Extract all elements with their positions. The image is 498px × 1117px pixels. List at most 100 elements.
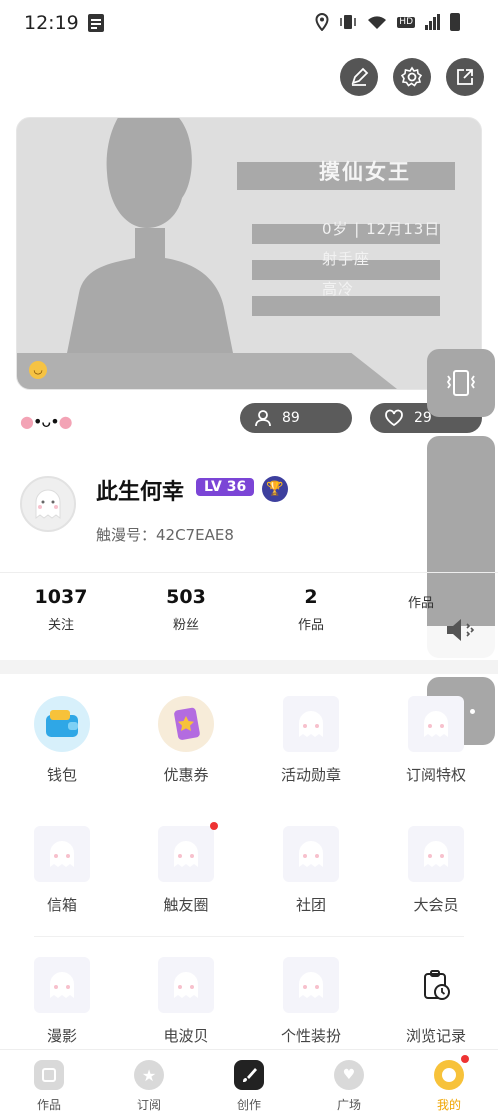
- nav-label: 创作: [236, 1098, 261, 1112]
- divider: [0, 572, 498, 573]
- heart-bubble-icon: ♥: [334, 1060, 364, 1090]
- followers-pill-count: 89: [282, 410, 300, 426]
- coupon-icon: [158, 696, 214, 752]
- character-silhouette: [67, 118, 233, 353]
- user-id[interactable]: 触漫号：42C7EAE8: [96, 524, 234, 545]
- stat-label: 粉丝: [172, 618, 199, 633]
- followers-pill[interactable]: 89: [240, 403, 352, 433]
- stat-following[interactable]: 1037 关注: [6, 586, 116, 633]
- kaomoji-decoration: ●•ᴗ•●: [20, 412, 73, 431]
- edit-profile-button[interactable]: [340, 58, 378, 96]
- works-icon: [34, 1060, 64, 1090]
- grid-label: 社团: [295, 896, 326, 914]
- grid-friends-circle[interactable]: 触友圈: [124, 822, 248, 915]
- location-pin-icon: [315, 13, 329, 31]
- stat-label: 作品: [408, 596, 435, 611]
- stat-works[interactable]: 2 作品: [256, 586, 366, 633]
- stat-fans[interactable]: 503 粉丝: [131, 586, 241, 633]
- grid-label: 信箱: [46, 896, 77, 914]
- grid-label: 个性装扮: [280, 1027, 341, 1045]
- grid-label: 大会员: [413, 896, 459, 914]
- grid-label: 浏览记录: [405, 1027, 466, 1045]
- stat-value: 1037: [34, 586, 88, 608]
- share-button[interactable]: [446, 58, 484, 96]
- trophy-icon[interactable]: 🏆: [262, 476, 288, 502]
- notification-dot: [210, 822, 218, 830]
- info-bar-3: [252, 296, 440, 316]
- wallet-icon: [34, 696, 90, 752]
- speaker-muted-icon: [447, 619, 475, 641]
- grid-label: 电波贝: [163, 1027, 209, 1045]
- signal-icon: [425, 14, 440, 30]
- ghost-placeholder-icon: [158, 957, 214, 1013]
- avatar[interactable]: [20, 476, 76, 532]
- grid-subscription-perks[interactable]: 订阅特权: [374, 696, 498, 785]
- grid-personalization[interactable]: 个性装扮: [249, 957, 373, 1046]
- grid-wallet[interactable]: 钱包: [0, 696, 124, 785]
- volume-slider[interactable]: [427, 436, 495, 658]
- ghost-placeholder-icon: [408, 696, 464, 752]
- grid-label: 活动勋章: [280, 766, 341, 784]
- stat-value: 2: [304, 586, 318, 608]
- nav-mine[interactable]: 我的: [419, 1055, 479, 1113]
- person-icon: [255, 410, 271, 427]
- vibrate-toggle-button[interactable]: [427, 349, 495, 417]
- grid-coupons[interactable]: 优惠券: [124, 696, 248, 785]
- grid-label: 优惠券: [163, 766, 209, 784]
- ghost-avatar-icon: [35, 489, 61, 519]
- ghost-placeholder-icon: [34, 826, 90, 882]
- notification-dot: [461, 1055, 469, 1063]
- stat-works-partial[interactable]: 作品: [362, 586, 472, 611]
- wifi-icon: [368, 16, 387, 29]
- grid-browsing-history[interactable]: 浏览记录: [374, 957, 498, 1046]
- ghost-placeholder-icon: [283, 957, 339, 1013]
- settings-button[interactable]: [393, 58, 431, 96]
- profile-card[interactable]: 摸仙女王 0岁 | 12月13日 射手座 高冷 ◡: [16, 117, 482, 390]
- kaomoji-text: •ᴗ•: [32, 412, 60, 431]
- grid-label: 订阅特权: [405, 766, 466, 784]
- nav-label: 订阅: [136, 1098, 161, 1112]
- hd-badge: HD: [397, 16, 415, 28]
- stat-value: 503: [166, 586, 206, 608]
- status-bar: 12:19 HD: [0, 0, 498, 46]
- grid-manying[interactable]: 漫影: [0, 957, 124, 1046]
- notification-note-icon: [88, 14, 104, 32]
- grid-mailbox[interactable]: 信箱: [0, 826, 124, 915]
- level-badge[interactable]: LV 36: [196, 478, 255, 496]
- stat-label: 作品: [297, 618, 324, 633]
- nav-works[interactable]: 作品: [19, 1060, 79, 1113]
- section-gap: [0, 660, 498, 674]
- grid-label: 触友圈: [163, 896, 209, 914]
- grid-label: 钱包: [46, 766, 77, 784]
- vibrate-icon: [446, 370, 476, 396]
- heart-icon: [385, 409, 403, 427]
- nav-subscriptions[interactable]: ★ 订阅: [119, 1060, 179, 1113]
- history-clock-icon: [408, 957, 464, 1013]
- grid-label: 漫影: [46, 1027, 77, 1045]
- pencil-icon: [351, 67, 369, 86]
- ghost-placeholder-icon: [158, 822, 218, 882]
- profile-face-icon: [434, 1055, 469, 1090]
- vibrate-icon: [340, 15, 357, 29]
- ghost-placeholder-icon: [408, 826, 464, 882]
- share-icon: [457, 69, 473, 85]
- nav-create[interactable]: 创作: [219, 1060, 279, 1113]
- grid-badges[interactable]: 活动勋章: [249, 696, 373, 785]
- username: 此生何幸: [96, 480, 185, 505]
- grid-wave-shells[interactable]: 电波贝: [124, 957, 248, 1046]
- gear-icon: [401, 66, 423, 87]
- card-personality: 高冷: [322, 280, 355, 298]
- brush-icon: [234, 1060, 264, 1090]
- top-actions: [340, 58, 484, 96]
- star-icon: ★: [134, 1060, 164, 1090]
- status-icons: HD: [315, 13, 460, 31]
- emoji-face-icon: ◡: [29, 361, 47, 379]
- nav-label: 作品: [36, 1098, 61, 1112]
- nav-label: 广场: [336, 1098, 361, 1112]
- stat-label: 关注: [47, 618, 74, 633]
- grid-premium-member[interactable]: 大会员: [374, 826, 498, 915]
- card-zodiac: 射手座: [322, 250, 371, 268]
- nav-plaza[interactable]: ♥ 广场: [319, 1060, 379, 1113]
- nav-label: 我的: [436, 1098, 461, 1112]
- grid-clubs[interactable]: 社团: [249, 826, 373, 915]
